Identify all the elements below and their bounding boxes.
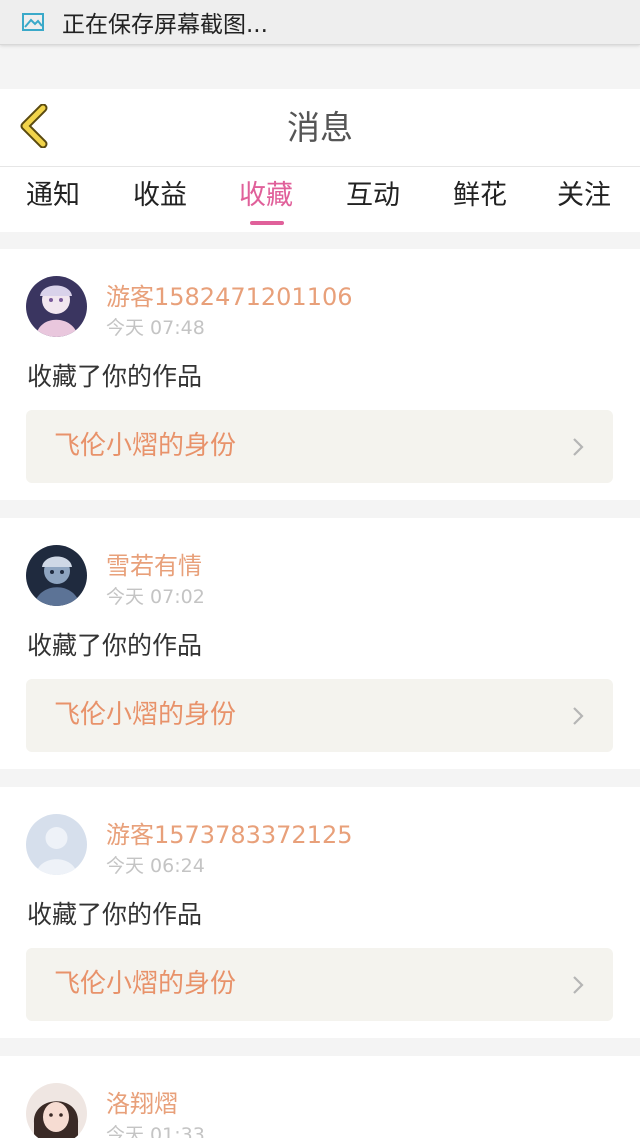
photo-girl-avatar[interactable]: [26, 1083, 87, 1138]
active-tab-indicator: [250, 221, 284, 225]
status-bar: 正在保存屏幕截图...: [0, 0, 640, 45]
message-card: 游客1573783372125 今天 06:24 收藏了你的作品 飞伦小熠的身份: [0, 787, 640, 1038]
message-card: 洛翔熠 今天 01:33: [0, 1056, 640, 1138]
timestamp: 今天 07:02: [106, 586, 205, 608]
chevron-right-icon: [571, 437, 585, 457]
chevron-right-icon: [571, 975, 585, 995]
message-card: 游客1582471201106 今天 07:48 收藏了你的作品 飞伦小熠的身份: [0, 249, 640, 500]
work-title: 飞伦小熠的身份: [54, 431, 237, 461]
default-user-avatar[interactable]: [26, 814, 87, 875]
anime-dark-avatar[interactable]: [26, 545, 87, 606]
back-button[interactable]: [14, 103, 54, 152]
anime-girl-avatar[interactable]: [26, 276, 87, 337]
chevron-left-icon: [17, 103, 51, 152]
work-title: 飞伦小熠的身份: [54, 969, 237, 999]
username[interactable]: 洛翔熠: [106, 1084, 178, 1119]
screenshot-icon: [20, 11, 46, 33]
action-text: 收藏了你的作品: [27, 900, 203, 929]
timestamp: 今天 06:24: [106, 855, 205, 877]
username[interactable]: 游客1582471201106: [106, 277, 353, 312]
nav-bar: 消息: [0, 89, 640, 167]
page-title: 消息: [287, 108, 353, 147]
tab-favorites[interactable]: 收藏: [239, 167, 293, 227]
status-text: 正在保存屏幕截图...: [62, 12, 268, 38]
action-text: 收藏了你的作品: [27, 362, 203, 391]
tab-notifications[interactable]: 通知: [26, 167, 80, 227]
work-link[interactable]: 飞伦小熠的身份: [26, 410, 613, 483]
work-title: 飞伦小熠的身份: [54, 700, 237, 730]
tab-following[interactable]: 关注: [557, 167, 611, 227]
action-text: 收藏了你的作品: [27, 631, 203, 660]
tab-earnings[interactable]: 收益: [133, 167, 187, 227]
tab-interactions[interactable]: 互动: [346, 167, 400, 227]
timestamp: 今天 07:48: [106, 317, 205, 339]
work-link[interactable]: 飞伦小熠的身份: [26, 948, 613, 1021]
timestamp: 今天 01:33: [106, 1124, 205, 1138]
username[interactable]: 雪若有情: [106, 546, 202, 581]
tab-bar: 通知 收益 收藏 互动 鲜花 关注: [0, 167, 640, 232]
username[interactable]: 游客1573783372125: [106, 815, 353, 850]
chevron-right-icon: [571, 706, 585, 726]
work-link[interactable]: 飞伦小熠的身份: [26, 679, 613, 752]
tab-flowers[interactable]: 鲜花: [453, 167, 507, 227]
message-card: 雪若有情 今天 07:02 收藏了你的作品 飞伦小熠的身份: [0, 518, 640, 769]
